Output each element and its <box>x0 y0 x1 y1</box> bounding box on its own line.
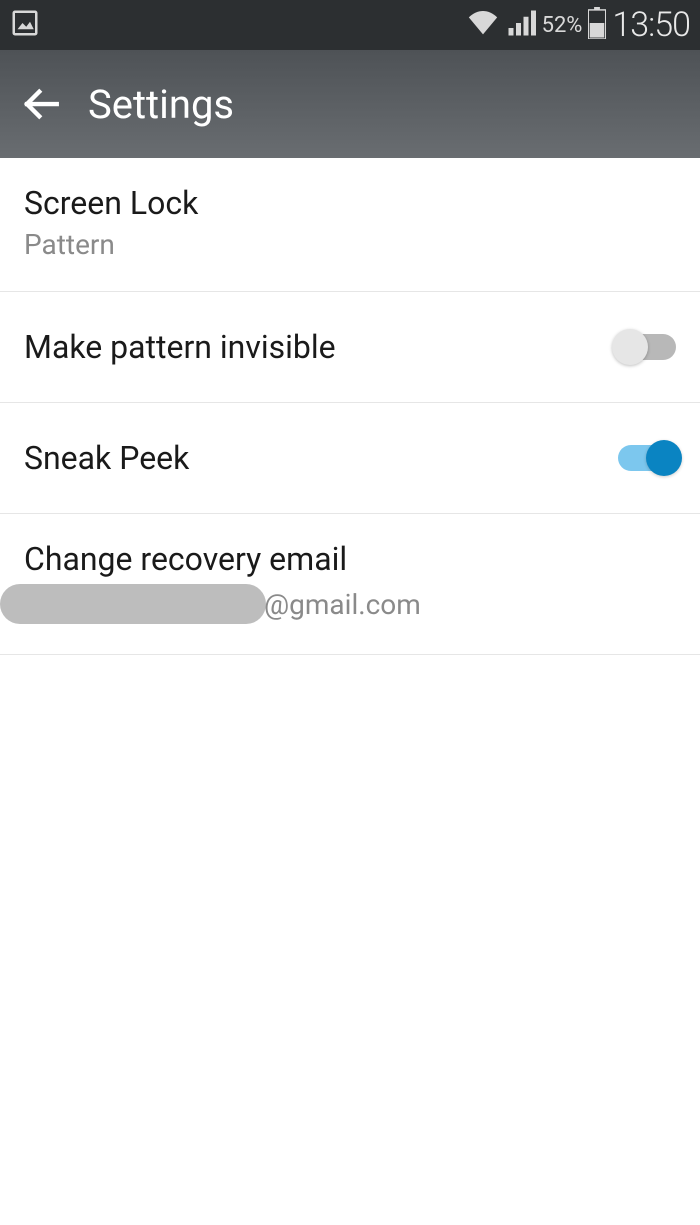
toggle-pattern-invisible[interactable] <box>618 334 676 360</box>
toggle-sneak-peek[interactable] <box>618 445 676 471</box>
page-title: Settings <box>88 81 234 128</box>
back-button[interactable] <box>20 83 62 125</box>
image-icon <box>10 8 40 42</box>
battery-icon <box>588 7 606 43</box>
status-bar-left <box>10 8 40 42</box>
battery-percent: 52% <box>542 13 583 38</box>
toggle-thumb <box>612 329 648 365</box>
setting-pattern-invisible[interactable]: Make pattern invisible <box>0 292 700 403</box>
status-bar-right: 52% 13:50 <box>466 5 690 45</box>
setting-title: Screen Lock <box>24 184 198 222</box>
settings-list: Screen Lock Pattern Make pattern invisib… <box>0 158 700 655</box>
setting-title: Change recovery email <box>24 540 421 578</box>
redacted-email-prefix <box>0 584 266 624</box>
wifi-icon <box>466 8 500 42</box>
app-header: Settings <box>0 50 700 158</box>
status-time: 13:50 <box>612 5 690 45</box>
setting-title: Sneak Peek <box>24 439 189 477</box>
email-domain: @gmail.com <box>264 588 421 621</box>
setting-title: Make pattern invisible <box>24 328 336 366</box>
status-bar: 52% 13:50 <box>0 0 700 50</box>
setting-recovery-email[interactable]: Change recovery email @gmail.com <box>0 514 700 655</box>
setting-screen-lock[interactable]: Screen Lock Pattern <box>0 158 700 292</box>
signal-icon <box>506 8 536 42</box>
setting-sneak-peek[interactable]: Sneak Peek <box>0 403 700 514</box>
toggle-thumb <box>646 440 682 476</box>
setting-value: Pattern <box>24 228 198 261</box>
